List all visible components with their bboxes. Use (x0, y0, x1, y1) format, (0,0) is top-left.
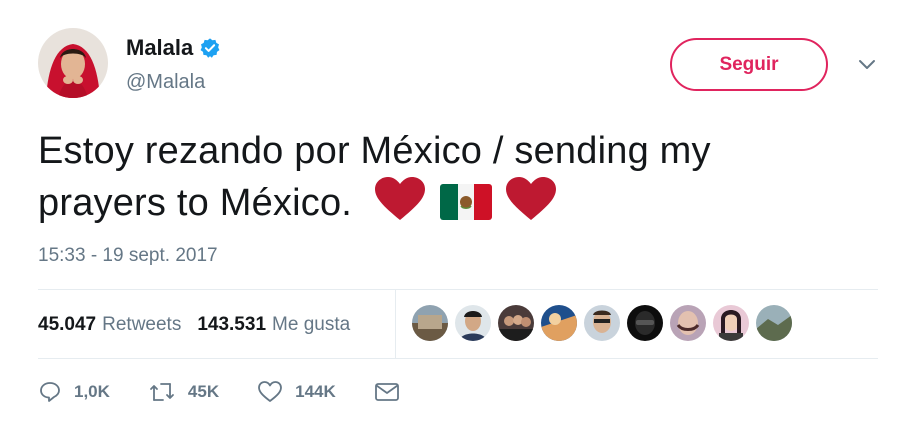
reply-icon (38, 380, 62, 404)
liker-avatar[interactable] (670, 305, 706, 341)
divider (395, 290, 396, 358)
tweet-text: Estoy rezando por México / sending my pr… (38, 126, 898, 235)
tweet-text-line-2: prayers to México. (38, 176, 898, 235)
tweet-text-line-1: Estoy rezando por México / sending my (38, 130, 711, 172)
retweet-icon (148, 380, 176, 404)
liker-avatar[interactable] (412, 305, 448, 341)
liker-avatar[interactable] (584, 305, 620, 341)
mexico-flag-icon (439, 182, 492, 235)
user-avatar[interactable] (38, 28, 108, 98)
envelope-icon (374, 381, 400, 403)
likes-stat[interactable]: 143.531 Me gusta (197, 314, 350, 336)
likes-count: 143.531 (197, 314, 267, 335)
liker-avatar[interactable] (455, 305, 491, 341)
retweets-count: 45.047 (38, 314, 97, 335)
divider (38, 358, 878, 359)
liker-avatar[interactable] (627, 305, 663, 341)
red-heart-icon (504, 176, 558, 235)
tweet-text-line-2-text: prayers to México. (38, 182, 353, 224)
retweets-label: Retweets (102, 314, 182, 335)
divider (38, 289, 878, 290)
liker-avatar[interactable] (541, 305, 577, 341)
reply-button[interactable]: 1,0K (38, 380, 110, 404)
avatar-image (38, 28, 108, 98)
user-handle[interactable]: @Malala (126, 71, 205, 94)
retweet-button[interactable]: 45K (148, 380, 219, 404)
tweet-timestamp[interactable]: 15:33 - 19 sept. 2017 (38, 245, 218, 267)
liker-avatar[interactable] (713, 305, 749, 341)
user-name[interactable]: Malala (126, 35, 193, 61)
liker-avatar[interactable] (756, 305, 792, 341)
like-button[interactable]: 144K (257, 380, 336, 404)
follow-button[interactable]: Seguir (670, 38, 828, 91)
liker-avatars (412, 305, 799, 341)
tweet-stats: 45.047 Retweets 143.531 Me gusta (38, 314, 350, 336)
red-heart-icon (373, 176, 427, 235)
tweet-actions: 1,0K 45K 144K (38, 380, 438, 404)
direct-message-button[interactable] (374, 381, 400, 403)
likes-label: Me gusta (272, 314, 351, 335)
user-name-row[interactable]: Malala (126, 35, 221, 61)
reply-count: 1,0K (74, 382, 110, 401)
verified-badge-icon (199, 37, 221, 59)
heart-icon (257, 380, 283, 404)
like-count: 144K (295, 382, 336, 401)
liker-avatar[interactable] (498, 305, 534, 341)
retweet-count: 45K (187, 382, 220, 401)
retweets-stat[interactable]: 45.047 Retweets (38, 314, 181, 336)
chevron-down-icon[interactable] (855, 56, 879, 74)
